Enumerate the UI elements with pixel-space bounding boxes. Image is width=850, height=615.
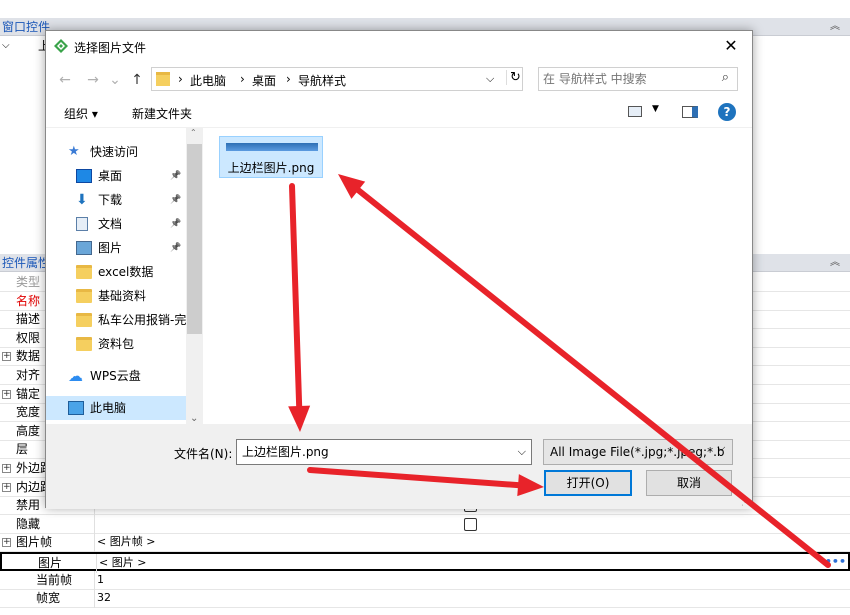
annotation-arrow-to-open-head [517,474,544,497]
annotation-arrow-to-filename-head [288,405,311,432]
annotation-arrows [288,174,831,568]
annotation-arrow-to-file-shaft [355,187,831,568]
annotation-arrow-to-filename-shaft [289,183,303,410]
annotation-arrow-to-open-shaft [307,467,522,489]
